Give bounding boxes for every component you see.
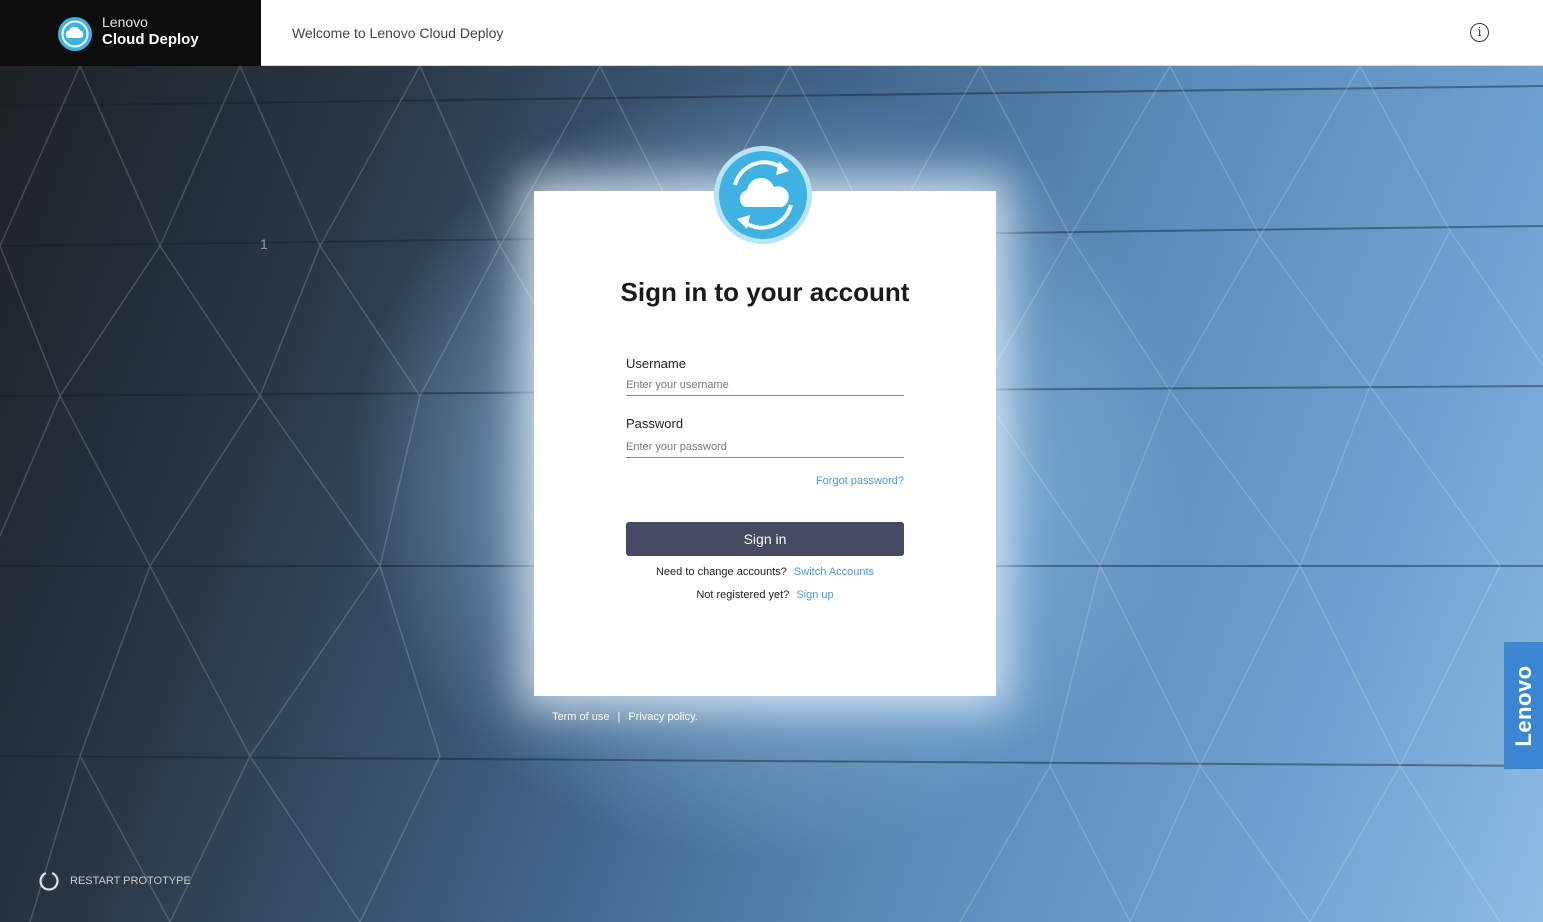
- footer-separator: |: [617, 711, 621, 723]
- terms-of-use-link[interactable]: Term of use: [552, 711, 609, 723]
- sign-in-button[interactable]: Sign in: [626, 522, 904, 556]
- password-input[interactable]: [626, 437, 904, 458]
- privacy-policy-link[interactable]: Privacy policy.: [628, 711, 697, 723]
- cloud-sync-icon: [58, 17, 92, 51]
- page-number: 1: [260, 236, 268, 252]
- password-label: Password: [626, 416, 684, 431]
- brand-company: Lenovo: [102, 14, 148, 30]
- brand-block[interactable]: Lenovo Cloud Deploy: [0, 0, 261, 66]
- switch-accounts-row: Need to change accounts? Switch Accounts: [534, 566, 996, 578]
- restart-prototype-label: RESTART PROTOTYPE: [70, 875, 191, 887]
- footer-links: Term of use | Privacy policy.: [552, 711, 698, 723]
- brand-product: Cloud Deploy: [102, 31, 199, 48]
- username-input[interactable]: [626, 375, 904, 396]
- welcome-text: Welcome to Lenovo Cloud Deploy: [292, 25, 504, 41]
- forgot-password-link[interactable]: Forgot password?: [816, 475, 904, 487]
- login-title: Sign in to your account: [620, 277, 910, 307]
- register-row: Not registered yet? Sign up: [534, 589, 996, 601]
- sign-up-link[interactable]: Sign up: [796, 589, 833, 601]
- lenovo-side-tab[interactable]: Lenovo: [1504, 642, 1543, 769]
- refresh-icon: [39, 872, 59, 891]
- login-card: Sign in to your account Username Passwor…: [534, 191, 996, 696]
- register-prompt: Not registered yet?: [696, 589, 790, 601]
- cloud-sync-icon: [714, 146, 812, 244]
- info-icon[interactable]: i: [1470, 23, 1489, 42]
- switch-accounts-prompt: Need to change accounts?: [655, 566, 787, 578]
- top-bar: Welcome to Lenovo Cloud Deploy i: [261, 0, 1543, 66]
- username-label: Username: [626, 356, 686, 371]
- restart-prototype-button[interactable]: RESTART PROTOTYPE: [38, 870, 191, 892]
- switch-accounts-link[interactable]: Switch Accounts: [794, 566, 874, 578]
- lenovo-logo-text: Lenovo: [1510, 664, 1536, 747]
